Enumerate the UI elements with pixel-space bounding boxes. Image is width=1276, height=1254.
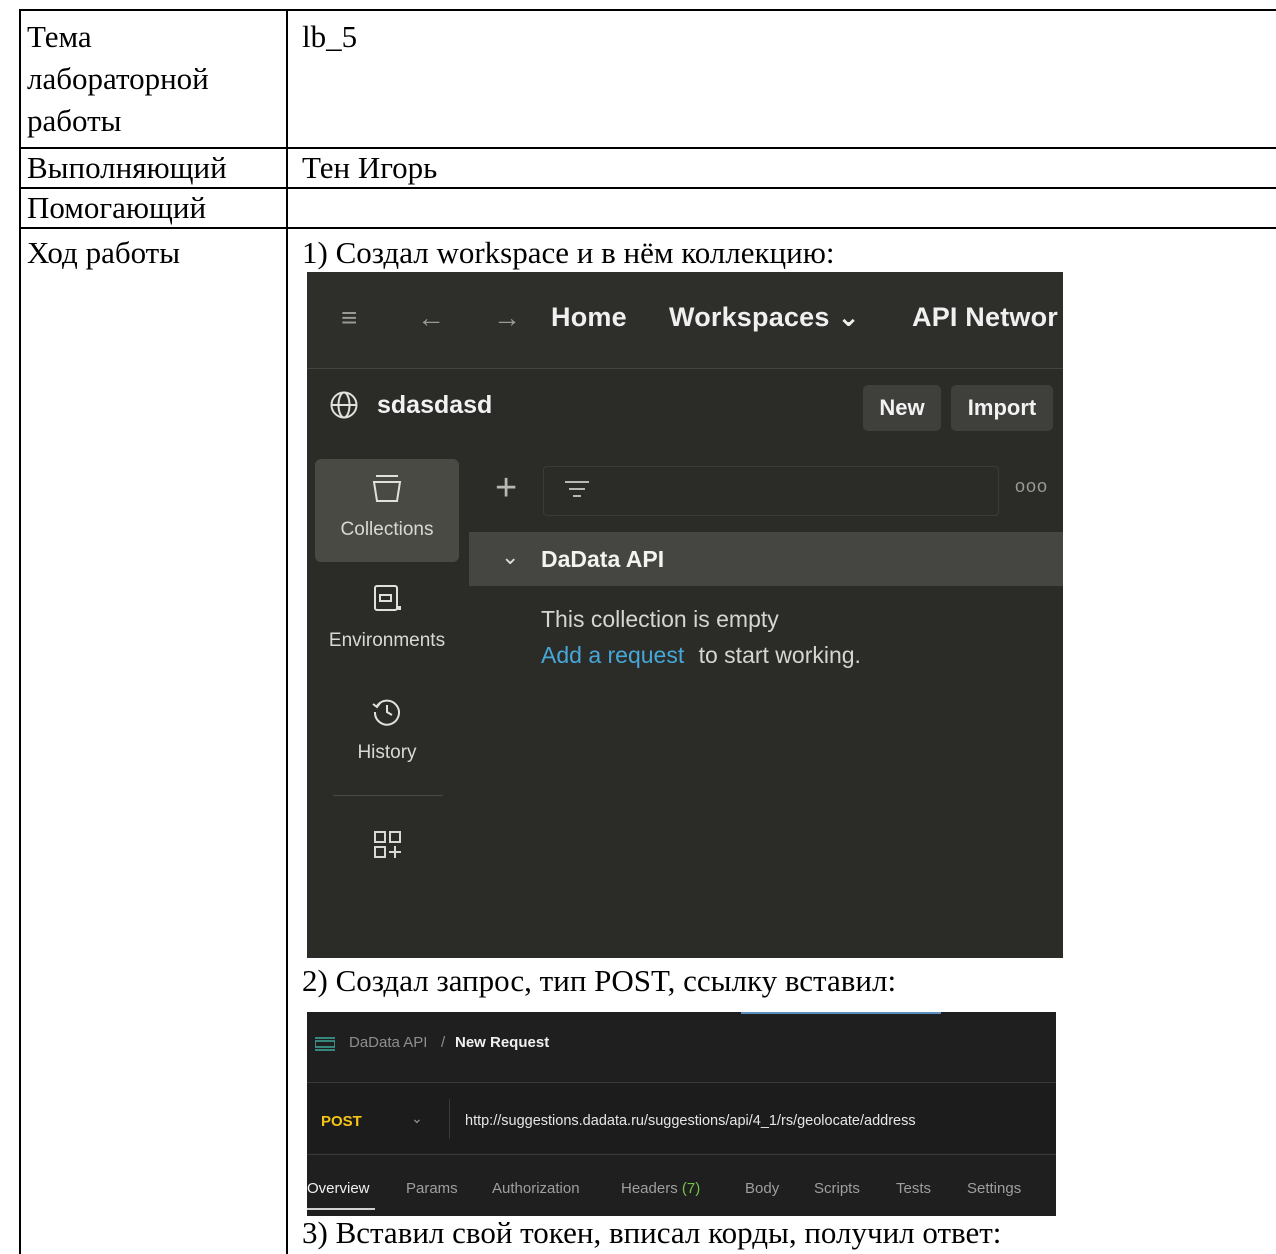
- sidebar: Collections Environments History: [307, 452, 469, 958]
- history-icon: [372, 699, 400, 726]
- request-url-bar: POST ⌄ http://suggestions.dadata.ru/sugg…: [307, 1083, 1056, 1153]
- chevron-down-icon[interactable]: ⌄: [501, 544, 519, 570]
- topic-value: lb_5: [302, 19, 358, 54]
- collections-panel: + ooo ⌄ DaData API This collection is em…: [469, 452, 1063, 958]
- sidebar-item-label: Collections: [340, 519, 434, 540]
- request-screenshot: DaData API / New Request POST ⌄ http://s…: [307, 1012, 1056, 1216]
- tab-headers[interactable]: Headers (7): [621, 1180, 700, 1197]
- http-icon: [315, 1037, 335, 1051]
- step-3-text: 3) Вставил свой токен, вписал корды, пол…: [302, 1215, 1002, 1250]
- sidebar-item-label: History: [357, 742, 417, 763]
- environments-icon: [374, 585, 401, 611]
- tab-tests[interactable]: Tests: [896, 1180, 931, 1197]
- top-navigation-bar: ≡ ← → Home Workspaces ⌄ API Networ: [307, 272, 1063, 369]
- empty-collection-text: This collection is empty: [541, 606, 779, 632]
- filter-input[interactable]: [543, 466, 999, 516]
- collection-name: DaData API: [541, 546, 665, 572]
- collections-icon: [372, 475, 402, 502]
- active-tab-underline: [307, 1208, 375, 1210]
- add-views-icon[interactable]: [373, 830, 403, 860]
- active-tab-indicator: [741, 1012, 941, 1014]
- topic-label-line-3: работы: [27, 103, 122, 138]
- url-input[interactable]: http://suggestions.dadata.ru/suggestions…: [465, 1113, 916, 1129]
- sidebar-item-collections[interactable]: Collections: [315, 459, 459, 562]
- topic-label-line-2: лабораторной: [27, 61, 209, 96]
- breadcrumb-separator: /: [441, 1034, 446, 1051]
- add-request-link[interactable]: Add a request: [541, 642, 684, 668]
- menu-icon[interactable]: ≡: [341, 302, 357, 334]
- import-button[interactable]: Import: [951, 385, 1053, 431]
- api-network-link[interactable]: API Networ: [912, 302, 1058, 333]
- plus-icon[interactable]: +: [495, 466, 517, 510]
- headers-count-badge: (7): [681, 1180, 701, 1197]
- back-arrow-icon[interactable]: ←: [417, 302, 445, 334]
- workspace-screenshot: ≡ ← → Home Workspaces ⌄ API Networ sdasd…: [307, 272, 1063, 958]
- executor-value: Тен Игорь: [302, 150, 438, 185]
- sidebar-divider: [333, 795, 443, 796]
- workspaces-dropdown[interactable]: Workspaces ⌄: [669, 302, 860, 333]
- table-row-divider: [19, 227, 1276, 229]
- more-options-icon[interactable]: ooo: [1015, 476, 1048, 497]
- tab-settings[interactable]: Settings: [967, 1180, 1021, 1197]
- topic-label-line-1: Тема: [27, 19, 92, 54]
- new-button[interactable]: New: [863, 385, 941, 431]
- add-request-suffix: to start working.: [698, 642, 861, 668]
- executor-label: Выполняющий: [27, 150, 227, 185]
- sidebar-item-label: Environments: [328, 630, 446, 651]
- tab-scripts[interactable]: Scripts: [814, 1180, 860, 1197]
- helper-label: Помогающий: [27, 190, 207, 225]
- step-1-text: 1) Создал workspace и в нём коллекцию:: [302, 235, 835, 270]
- progress-label: Ход работы: [27, 235, 181, 270]
- breadcrumb-collection[interactable]: DaData API: [349, 1034, 427, 1051]
- tab-params[interactable]: Params: [406, 1180, 458, 1197]
- step-2-text: 2) Создал запрос, тип POST, ссылку встав…: [302, 963, 897, 998]
- workspace-name: sdasdasd: [377, 391, 493, 419]
- home-link[interactable]: Home: [551, 302, 627, 333]
- sidebar-item-history[interactable]: History: [315, 682, 459, 785]
- tab-authorization[interactable]: Authorization: [492, 1180, 580, 1197]
- divider: [449, 1099, 450, 1139]
- breadcrumb-request[interactable]: New Request: [455, 1034, 549, 1051]
- tab-overview[interactable]: Overview: [307, 1180, 370, 1197]
- add-request-hint: Add a request to start working.: [541, 642, 861, 669]
- filter-icon: [565, 481, 589, 497]
- globe-icon: [330, 391, 358, 419]
- tab-headers-label: Headers: [621, 1180, 678, 1197]
- chevron-down-icon[interactable]: ⌄: [411, 1110, 423, 1127]
- forward-arrow-icon[interactable]: →: [493, 302, 521, 334]
- table-border-left: [19, 9, 21, 1254]
- tab-body[interactable]: Body: [745, 1180, 779, 1197]
- table-border-top: [19, 9, 1276, 11]
- table-border-middle: [286, 9, 288, 1254]
- method-select[interactable]: POST: [321, 1113, 362, 1130]
- sidebar-item-environments[interactable]: Environments: [315, 570, 459, 673]
- workspace-header: sdasdasd New Import: [307, 369, 1063, 451]
- collection-item[interactable]: ⌄ DaData API: [469, 532, 1063, 586]
- divider: [307, 1154, 1056, 1155]
